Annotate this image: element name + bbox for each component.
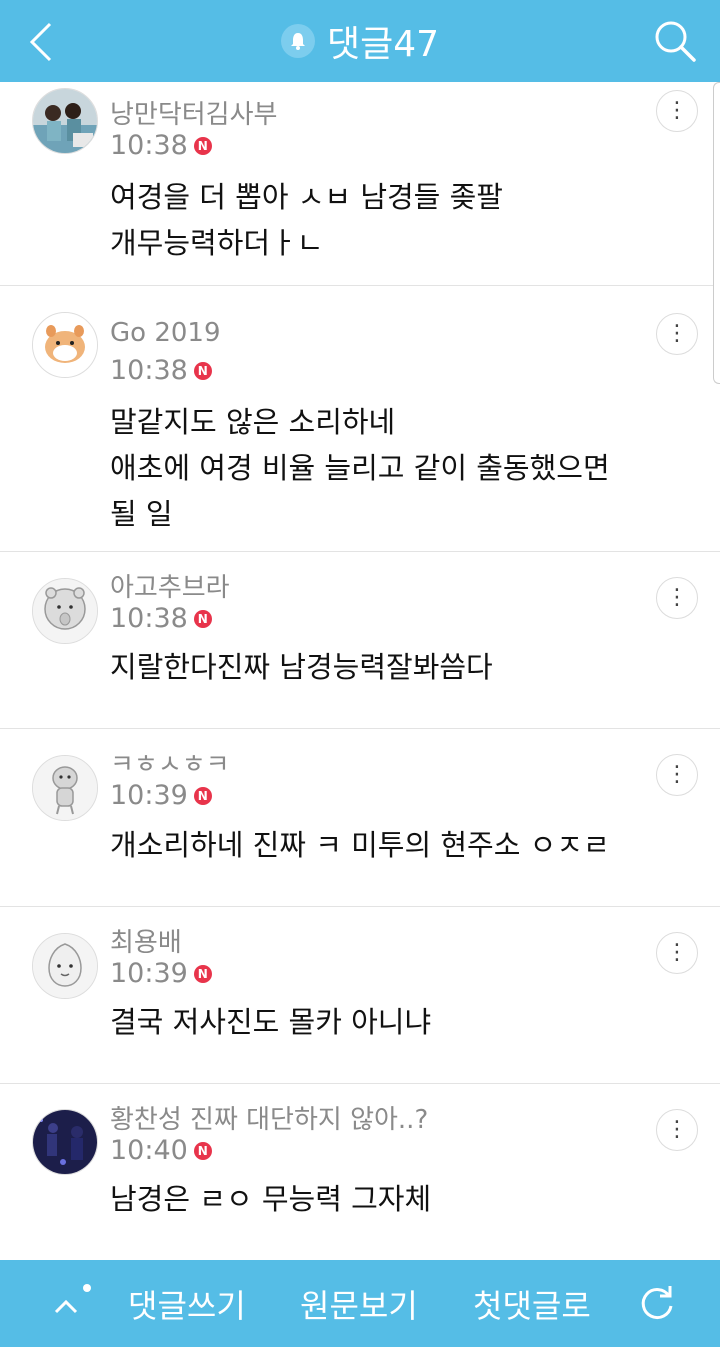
new-badge: N <box>193 609 212 628</box>
chevron-left-icon[interactable] <box>24 20 64 64</box>
new-badge: N <box>193 136 212 155</box>
comment-line: 지랄한다진짜 남경능력잘봐씀다 <box>110 650 493 684</box>
avatar <box>32 578 98 644</box>
comment-time: 10:38 N <box>110 130 212 161</box>
comment-item: Go 2019 10:38 N 말같지도 않은 소리하네 애초에 여경 비율 늘… <box>0 285 720 552</box>
avatar <box>32 933 98 999</box>
comment-time: 10:38 N <box>110 603 212 634</box>
more-vertical-icon[interactable]: ⋮ <box>656 313 698 355</box>
search-icon[interactable] <box>652 18 698 64</box>
bottom-bar: 댓글쓰기 원문보기 첫댓글로 <box>0 1260 720 1347</box>
comment-text: 말같지도 않은 소리하네 애초에 여경 비율 늘리고 같이 출동했으면 될 일 <box>110 399 690 537</box>
comment-item: 최용배 10:39 N 결국 저사진도 몰카 아니냐 ⋮ <box>0 906 720 1084</box>
comment-nickname: 아고추브라 <box>110 573 230 603</box>
more-vertical-icon[interactable]: ⋮ <box>656 932 698 974</box>
comment-time: 10:39 N <box>110 780 212 811</box>
avatar <box>32 312 98 378</box>
comment-time: 10:40 N <box>110 1135 212 1166</box>
new-badge: N <box>193 786 212 805</box>
comment-line: 말같지도 않은 소리하네 <box>110 405 396 439</box>
bell-icon <box>280 24 315 58</box>
more-vertical-icon[interactable]: ⋮ <box>656 1109 698 1151</box>
comment-item: 낭만닥터김사부 10:38 N 여경을 더 뽑아 ㅅㅂ 남경들 좆팔 개무능력하… <box>0 82 720 286</box>
comment-item: 아고추브라 10:38 N 지랄한다진짜 남경능력잘봐씀다 ⋮ <box>0 551 720 729</box>
chevron-up-icon[interactable] <box>50 1280 94 1324</box>
first-comment-button[interactable]: 첫댓글로 <box>473 1260 591 1347</box>
comment-line: 결국 저사진도 몰카 아니냐 <box>110 1005 432 1039</box>
page-title: 댓글47 <box>326 24 440 65</box>
comment-text: 여경을 더 뽑아 ㅅㅂ 남경들 좆팔 개무능력하더ㅏㄴ <box>110 174 690 266</box>
more-vertical-icon[interactable]: ⋮ <box>656 90 698 132</box>
refresh-icon[interactable] <box>636 1282 678 1324</box>
comment-text: 남경은 ㄹㅇ 무능력 그자체 <box>110 1176 690 1222</box>
view-original-button[interactable]: 원문보기 <box>300 1260 418 1347</box>
comment-item: ㅋㅎㅅㅎㅋ 10:39 N 개소리하네 진짜 ㅋ 미투의 현주소 ㅇㅈㄹ ⋮ <box>0 728 720 907</box>
comment-item: 황찬성 진짜 대단하지 않아..? 10:40 N 남경은 ㄹㅇ 무능력 그자체… <box>0 1083 720 1260</box>
comment-text: 결국 저사진도 몰카 아니냐 <box>110 999 690 1045</box>
scrollbar[interactable] <box>713 82 720 384</box>
time-text: 10:40 <box>110 1135 188 1166</box>
comment-nickname: 최용배 <box>110 928 182 958</box>
more-vertical-icon[interactable]: ⋮ <box>656 754 698 796</box>
comment-nickname: ㅋㅎㅅㅎㅋ <box>110 750 230 780</box>
comment-line: 남경은 ㄹㅇ 무능력 그자체 <box>110 1182 432 1216</box>
comment-list[interactable]: 낭만닥터김사부 10:38 N 여경을 더 뽑아 ㅅㅂ 남경들 좆팔 개무능력하… <box>0 82 720 1260</box>
avatar <box>32 755 98 821</box>
new-badge: N <box>193 361 212 380</box>
comment-text: 개소리하네 진짜 ㅋ 미투의 현주소 ㅇㅈㄹ <box>110 822 690 868</box>
more-vertical-icon[interactable]: ⋮ <box>656 577 698 619</box>
time-text: 10:39 <box>110 958 188 989</box>
top-bar: 댓글47 <box>0 0 720 82</box>
time-text: 10:39 <box>110 780 188 811</box>
avatar <box>32 88 98 154</box>
time-text: 10:38 <box>110 603 188 634</box>
new-badge: N <box>193 964 212 983</box>
comment-line: 될 일 <box>110 497 173 531</box>
time-text: 10:38 <box>110 130 188 161</box>
comment-time: 10:39 N <box>110 958 212 989</box>
new-badge: N <box>193 1141 212 1160</box>
comment-time: 10:38 N <box>110 355 212 386</box>
comment-nickname: 황찬성 진짜 대단하지 않아..? <box>110 1105 429 1135</box>
comment-line: 개소리하네 진짜 ㅋ 미투의 현주소 ㅇㅈㄹ <box>110 828 610 862</box>
comment-line: 개무능력하더ㅏㄴ <box>110 226 324 260</box>
time-text: 10:38 <box>110 355 188 386</box>
comment-text: 지랄한다진짜 남경능력잘봐씀다 <box>110 644 690 690</box>
comment-line: 애초에 여경 비율 늘리고 같이 출동했으면 <box>110 451 610 485</box>
comment-line: 여경을 더 뽑아 ㅅㅂ 남경들 좆팔 <box>110 180 503 214</box>
comment-nickname: Go 2019 <box>110 318 221 348</box>
write-comment-button[interactable]: 댓글쓰기 <box>128 1260 246 1347</box>
title-wrap: 댓글47 <box>0 0 720 82</box>
comment-nickname: 낭만닥터김사부 <box>110 100 278 130</box>
avatar <box>32 1109 98 1175</box>
